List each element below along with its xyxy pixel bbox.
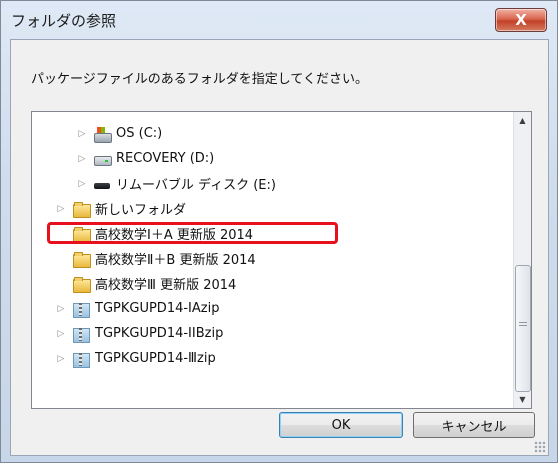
tree-item-label: 新しいフォルダ [95, 203, 187, 218]
tree-item-label: 高校数学Ⅲ 更新版 2014 [95, 278, 237, 293]
tree-item-drive-e[interactable]: ▷ リムーバブル ディスク (E:) [76, 173, 276, 194]
cancel-button[interactable]: キャンセル [413, 412, 535, 438]
tree-item-label: リムーバブル ディスク (E:) [116, 178, 276, 193]
tree-item-drive-c[interactable]: ▷ OS (C:) [76, 123, 162, 144]
ok-button[interactable]: OK [279, 412, 403, 438]
tree-item-label: RECOVERY (D:) [116, 151, 215, 166]
close-button[interactable]: X [495, 8, 547, 32]
folder-icon [73, 201, 91, 218]
expand-arrow-icon[interactable]: ▷ [76, 179, 88, 189]
instruction-text: パッケージファイルのあるフォルダを指定してください。 [31, 72, 368, 87]
browse-folder-dialog: フォルダの参照 X パッケージファイルのあるフォルダを指定してください。 ▷ O… [0, 0, 558, 463]
zip-folder-icon [73, 352, 90, 368]
tree-item-drive-d[interactable]: ▷ RECOVERY (D:) [76, 148, 215, 169]
zip-folder-icon [73, 327, 90, 343]
folder-icon [73, 251, 91, 268]
hard-drive-icon [94, 152, 112, 166]
title-bar[interactable]: フォルダの参照 X [1, 1, 557, 35]
scroll-up-icon[interactable]: ▲ [514, 112, 531, 129]
tree-item-zip-iii[interactable]: ▷ TGPKGUPD14-Ⅲzip [55, 348, 216, 369]
folder-tree[interactable]: ▷ OS (C:) ▷ RECOVERY (D:) ▷ リムーバブル ディスク … [31, 111, 532, 409]
tree-item-label: OS (C:) [116, 126, 163, 141]
tree-item-label: TGPKGUPD14-IAzip [95, 301, 220, 316]
close-icon: X [515, 11, 527, 29]
annotation-highlight-box [47, 222, 338, 244]
tree-item-zip-iib[interactable]: ▷ TGPKGUPD14-IIBzip [55, 323, 223, 344]
expand-arrow-icon[interactable]: ▷ [55, 204, 67, 214]
dialog-body: パッケージファイルのあるフォルダを指定してください。 ▷ OS (C:) ▷ R… [10, 39, 549, 456]
vertical-scrollbar[interactable]: ▲ ▼ [513, 112, 531, 408]
resize-grip-icon[interactable] [534, 441, 546, 453]
expand-arrow-icon[interactable]: ▷ [76, 154, 88, 164]
tree-item-zip-ia[interactable]: ▷ TGPKGUPD14-IAzip [55, 298, 219, 319]
tree-item-label: TGPKGUPD14-IIBzip [95, 326, 224, 341]
dialog-title: フォルダの参照 [11, 12, 117, 30]
expand-arrow-icon[interactable]: ▷ [55, 354, 67, 364]
tree-item-math-2b[interactable]: 高校数学Ⅱ＋B 更新版 2014 [55, 248, 256, 269]
scroll-down-icon[interactable]: ▼ [514, 391, 531, 408]
expand-arrow-icon[interactable]: ▷ [55, 329, 67, 339]
expand-arrow-icon[interactable]: ▷ [76, 129, 88, 139]
tree-item-label: 高校数学Ⅱ＋B 更新版 2014 [95, 253, 256, 268]
folder-icon [73, 276, 91, 293]
removable-disk-icon [94, 177, 110, 191]
zip-folder-icon [73, 302, 90, 318]
scrollbar-thumb[interactable] [515, 265, 531, 392]
system-drive-icon [94, 126, 112, 143]
tree-item-math-3[interactable]: 高校数学Ⅲ 更新版 2014 [55, 273, 236, 294]
expand-arrow-icon[interactable]: ▷ [55, 304, 67, 314]
grip-icon [519, 322, 527, 328]
tree-item-label: TGPKGUPD14-Ⅲzip [95, 351, 216, 366]
tree-item-new-folder[interactable]: ▷ 新しいフォルダ [55, 198, 186, 219]
